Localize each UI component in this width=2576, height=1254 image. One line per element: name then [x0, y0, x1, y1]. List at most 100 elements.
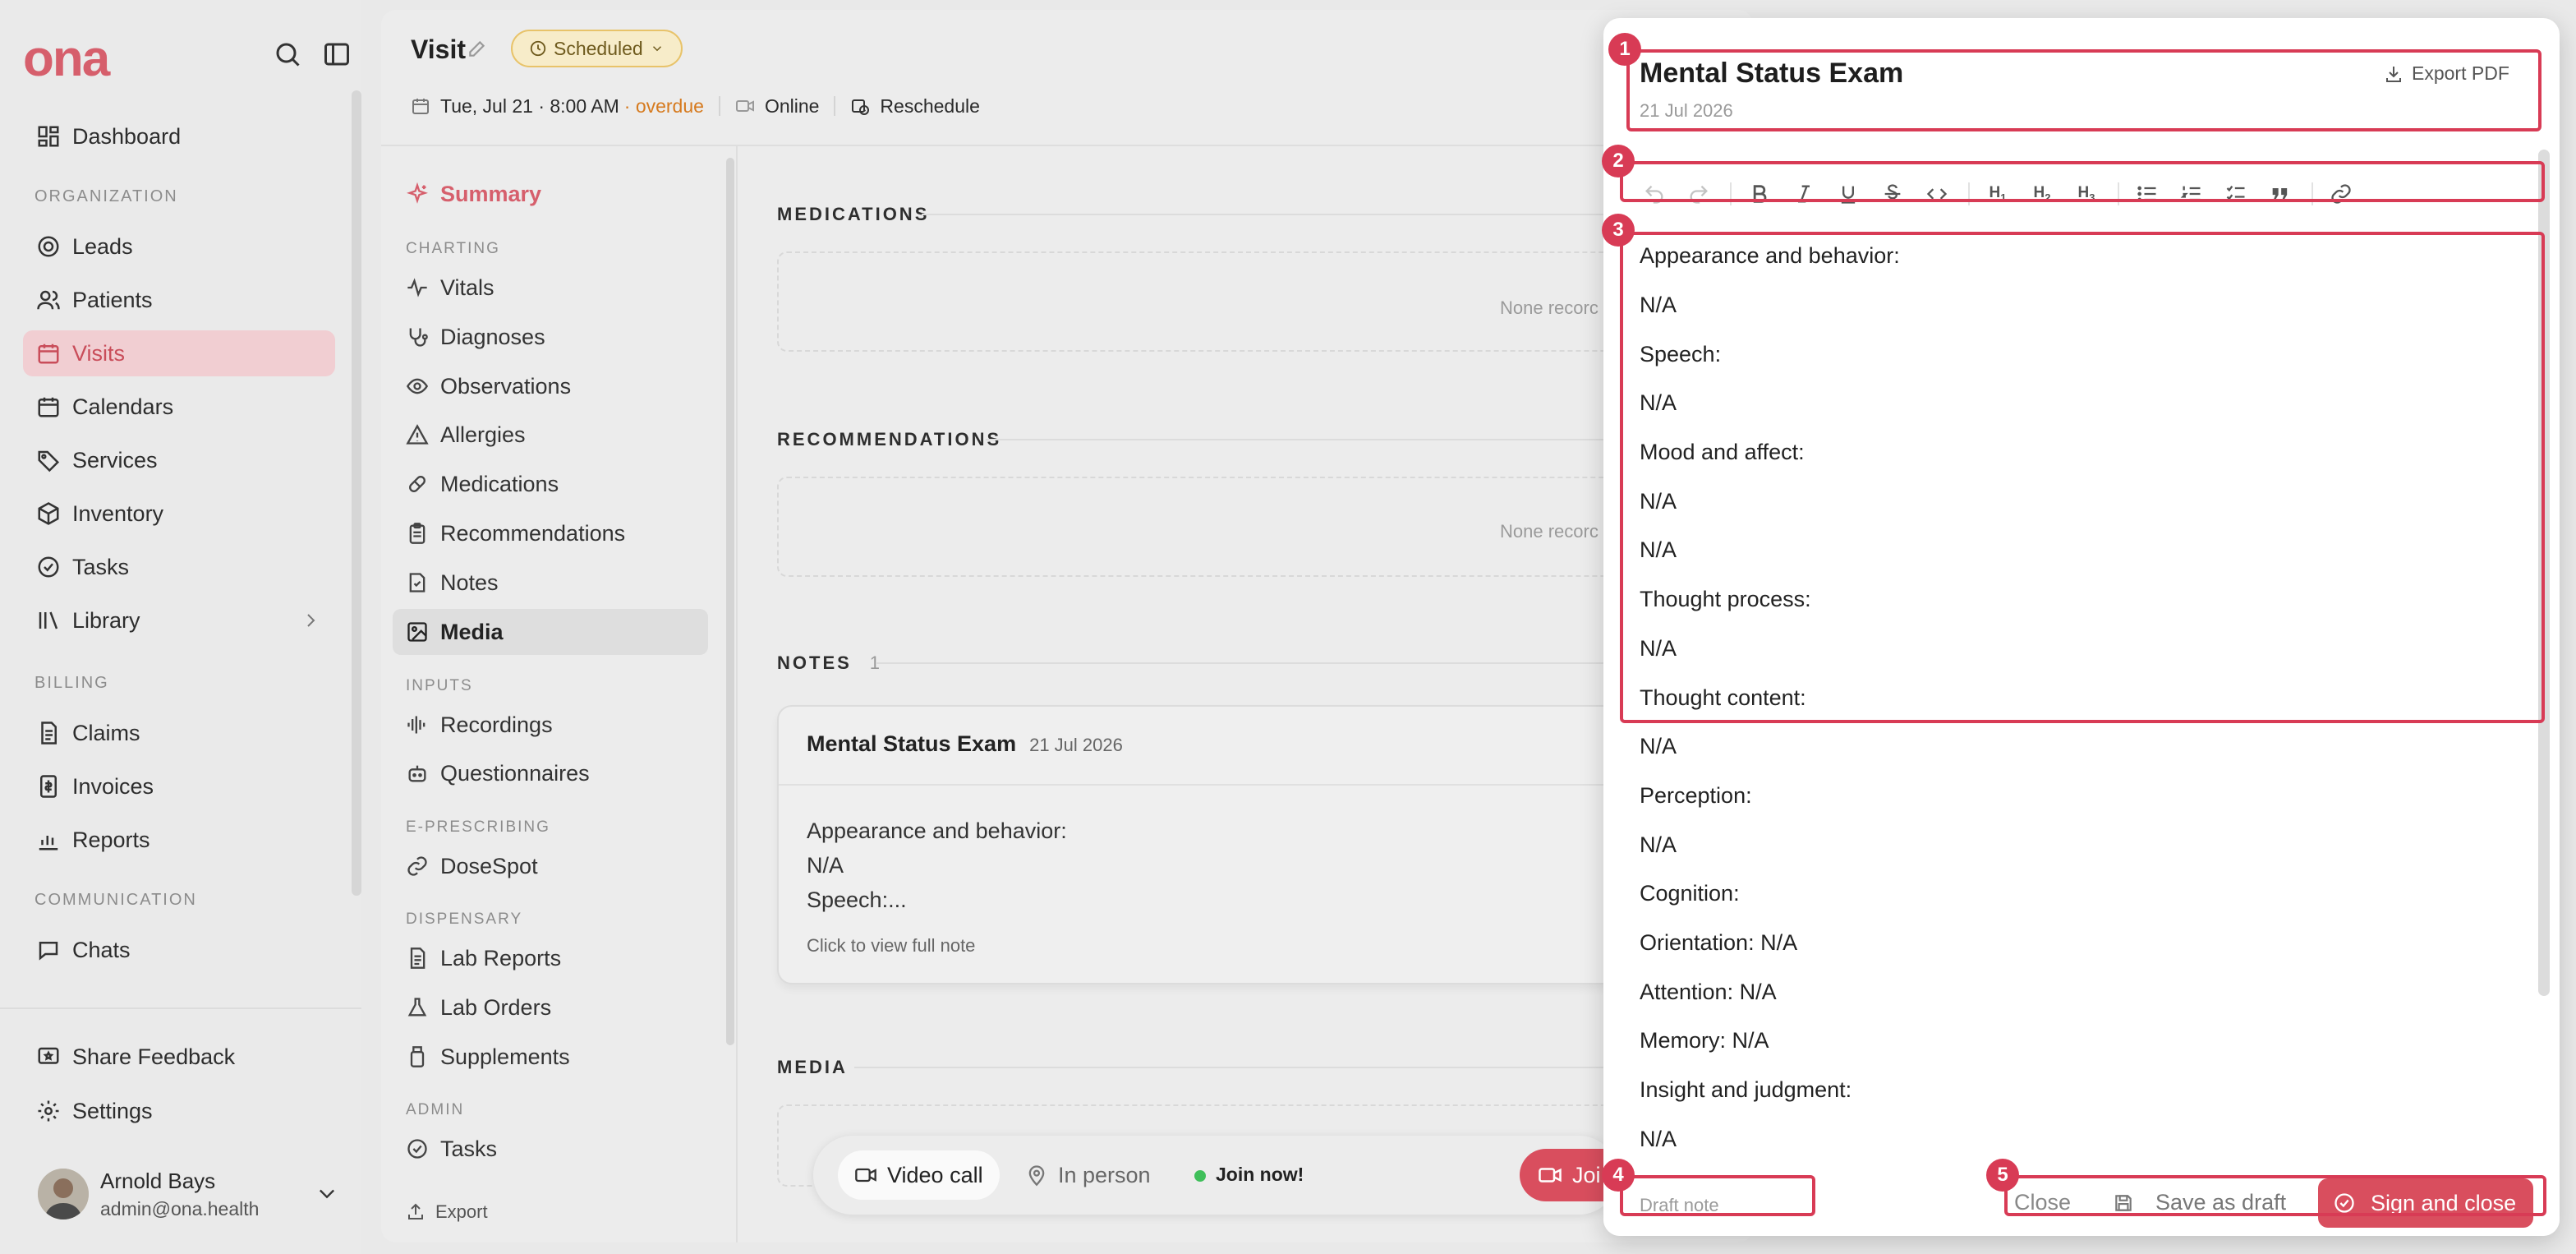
chevron-right-icon: [307, 614, 315, 627]
document-icon: [410, 947, 426, 969]
check-circle-icon: [38, 556, 59, 578]
subnav-item-diagnoses[interactable]: Diagnoses: [393, 314, 708, 360]
subnav-item-allergies[interactable]: Allergies: [393, 412, 708, 458]
section-label-communication: COMMUNICATION: [34, 891, 197, 909]
subnav-item-lab-reports[interactable]: Lab Reports: [393, 935, 708, 981]
section-title-medications: MEDICATIONS: [777, 204, 930, 224]
sidebar-item-label: Leads: [72, 233, 133, 259]
sidebar-item-settings[interactable]: Settings: [23, 1088, 335, 1134]
video-icon: [1539, 1168, 1562, 1183]
sidebar-item-calendars[interactable]: Calendars: [23, 384, 335, 430]
editor-line[interactable]: N/A: [1640, 722, 2510, 772]
image-icon: [407, 622, 427, 642]
subnav-label: Summary: [440, 181, 542, 206]
subnav-item-vitals[interactable]: Vitals: [393, 265, 708, 311]
call-bar: Video call In person Join now! Joi: [813, 1136, 1635, 1215]
annotation-box-3: [1620, 232, 2545, 723]
subnav-item-tasks[interactable]: Tasks: [393, 1126, 708, 1172]
subnav-item-notes[interactable]: Notes: [393, 560, 708, 606]
subnav-item-observations[interactable]: Observations: [393, 363, 708, 409]
visit-main-panel: Visit Scheduled Tue, Jul 21 · 8:00 AM · …: [381, 10, 1753, 1242]
subnav-item-supplements[interactable]: Supplements: [393, 1034, 708, 1080]
subnav-item-dosespot[interactable]: DoseSpot: [393, 843, 708, 889]
editor-line[interactable]: N/A: [1640, 1114, 2510, 1164]
sidebar-item-tasks[interactable]: Tasks: [23, 544, 335, 590]
video-call-toggle[interactable]: Video call: [838, 1150, 1000, 1200]
pencil-icon[interactable]: [467, 38, 488, 59]
in-person-label: In person: [1058, 1162, 1151, 1187]
subnav-item-recordings[interactable]: Recordings: [393, 702, 708, 748]
user-email: admin@ona.health: [100, 1198, 260, 1219]
subnav-item-questionnaires[interactable]: Questionnaires: [393, 750, 708, 796]
status-label: Scheduled: [554, 37, 643, 59]
calendar-clock-icon: [852, 99, 870, 115]
sidebar-scrollbar[interactable]: [352, 90, 361, 896]
sidebar-item-library[interactable]: Library: [23, 597, 335, 643]
target-icon: [38, 236, 59, 257]
reschedule-label: Reschedule: [880, 95, 980, 117]
subnav-item-summary[interactable]: Summary: [393, 171, 708, 217]
invoice-icon: [40, 775, 57, 798]
dashboard-icon: [38, 126, 59, 147]
sidebar-item-dashboard[interactable]: Dashboard: [23, 113, 335, 159]
subnav-item-recommendations[interactable]: Recommendations: [393, 510, 708, 556]
location-pin-icon: [1028, 1165, 1045, 1187]
annotation-badge-2: 2: [1602, 145, 1635, 177]
note-card[interactable]: Mental Status Exam 21 Jul 2026 Appearanc…: [777, 705, 1648, 984]
link-icon: [407, 856, 427, 876]
user-menu[interactable]: Arnold Bays admin@ona.health: [38, 1167, 342, 1224]
section-label-eprescribing: E-PRESCRIBING: [406, 818, 550, 836]
recommendations-empty-text: None recorc: [1500, 521, 1598, 542]
reschedule-button[interactable]: Reschedule: [850, 95, 980, 118]
editor-line[interactable]: Perception:: [1640, 772, 2510, 821]
search-icon[interactable]: [273, 39, 302, 69]
export-button[interactable]: Export: [406, 1201, 488, 1223]
editor-line[interactable]: Cognition:: [1640, 869, 2510, 919]
sidebar-toggle-icon[interactable]: [322, 39, 352, 69]
sidebar-item-services[interactable]: Services: [23, 437, 335, 483]
preview-line: Appearance and behavior:: [807, 818, 1067, 843]
sidebar-item-label: Inventory: [72, 500, 164, 526]
editor-line[interactable]: Insight and judgment:: [1640, 1066, 2510, 1115]
editor-line[interactable]: Attention: N/A: [1640, 967, 2510, 1017]
note-icon: [409, 573, 426, 592]
section-title-media: MEDIA: [777, 1057, 848, 1077]
editor-line[interactable]: Orientation: N/A: [1640, 919, 2510, 968]
editor-line[interactable]: N/A: [1640, 820, 2510, 869]
subnav-item-lab-orders[interactable]: Lab Orders: [393, 984, 708, 1030]
ona-logo[interactable]: ona: [23, 30, 110, 88]
user-name: Arnold Bays: [100, 1169, 216, 1193]
sidebar-item-invoices[interactable]: Invoices: [23, 763, 335, 809]
view-full-note-link[interactable]: Click to view full note: [807, 935, 975, 957]
chart-icon: [39, 836, 58, 851]
chevron-down-icon: [652, 46, 661, 52]
sidebar-item-share-feedback[interactable]: Share Feedback: [23, 1034, 335, 1080]
video-call-label: Video call: [887, 1162, 983, 1187]
subnav-label: Supplements: [440, 1044, 570, 1069]
sidebar-item-label: Patients: [72, 287, 153, 312]
sidebar-item-visits[interactable]: Visits: [23, 330, 335, 376]
sidebar-item-chats[interactable]: Chats: [23, 927, 335, 973]
subnav-label: Media: [440, 619, 504, 644]
sidebar-item-inventory[interactable]: Inventory: [23, 491, 335, 537]
status-dropdown[interactable]: Scheduled: [511, 30, 683, 67]
subnav-scrollbar[interactable]: [726, 158, 734, 1045]
sidebar-item-label: Chats: [72, 937, 131, 962]
video-icon: [855, 1168, 876, 1183]
sidebar-divider: [0, 1007, 361, 1009]
bottle-icon: [410, 1046, 425, 1067]
sidebar-item-claims[interactable]: Claims: [23, 710, 335, 756]
sidebar-item-patients[interactable]: Patients: [23, 277, 335, 323]
section-label-dispensary: DISPENSARY: [406, 911, 523, 928]
users-icon: [37, 290, 60, 310]
editor-line[interactable]: Memory: N/A: [1640, 1017, 2510, 1066]
sidebar-item-reports[interactable]: Reports: [23, 817, 335, 863]
subnav-label: Notes: [440, 569, 499, 595]
in-person-toggle[interactable]: In person: [1025, 1150, 1151, 1200]
subnav-label: Lab Reports: [440, 945, 562, 970]
sparkle-icon: [406, 182, 429, 204]
subnav-item-medications[interactable]: Medications: [393, 461, 708, 507]
visit-subnav: Summary CHARTING Vitals Diagnoses Observ…: [381, 146, 738, 1242]
sidebar-item-leads[interactable]: Leads: [23, 224, 335, 270]
subnav-item-media[interactable]: Media: [393, 609, 708, 655]
